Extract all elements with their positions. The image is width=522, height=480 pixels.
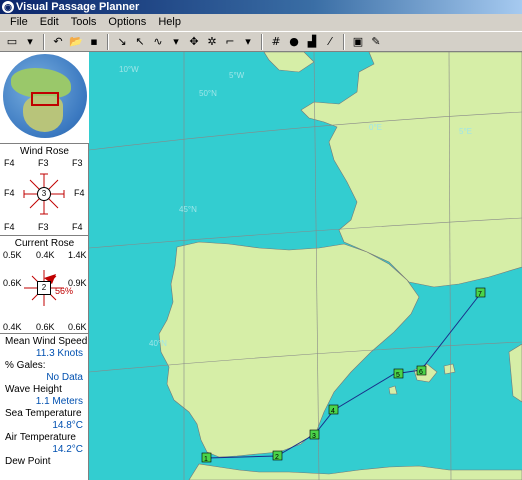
globe-icon[interactable]: ●	[286, 34, 302, 50]
chart-icon[interactable]: ▟	[304, 34, 320, 50]
menu-tools[interactable]: Tools	[65, 16, 103, 28]
menu-file[interactable]: File	[4, 16, 34, 28]
grid-icon[interactable]: #	[268, 34, 284, 50]
open-folder-icon[interactable]: 📂	[68, 34, 84, 50]
mean-wind-speed-value: 11.3 Knots	[35, 348, 83, 359]
current-rose-label: 0.6K	[68, 322, 87, 332]
dropdown-arrow-icon[interactable]: ▾	[168, 34, 184, 50]
measure-icon[interactable]: ⌐	[222, 34, 238, 50]
wind-rose-label: F4	[4, 222, 15, 232]
menu-help[interactable]: Help	[152, 16, 187, 28]
sea-temperature-value: 14.8°C	[52, 420, 83, 431]
save-icon[interactable]: ▪	[86, 34, 102, 50]
grid-label: 45°N	[179, 205, 197, 214]
line-icon[interactable]: ⁄	[322, 34, 338, 50]
current-rose-label: 0.6K	[36, 322, 55, 332]
viewport-box[interactable]	[31, 92, 59, 106]
gales-value: No Data	[46, 372, 83, 383]
wind-rose-label: F4	[72, 222, 83, 232]
current-rose-label: 1.4K	[68, 250, 87, 260]
wind-rose-center: 3	[37, 187, 51, 201]
select-arrow-icon[interactable]: ↖	[132, 34, 148, 50]
waypoint-label: 5	[396, 372, 400, 379]
land-africa	[188, 463, 522, 480]
menu-edit[interactable]: Edit	[34, 16, 65, 28]
grid-label: 40°N	[149, 339, 167, 348]
air-temperature-label: Air Temperature	[5, 432, 76, 443]
toolbar-separator	[261, 33, 263, 50]
settings-icon[interactable]: ✎	[368, 34, 384, 50]
grid-label: 10°W	[119, 65, 139, 74]
toolbar-separator	[43, 33, 45, 50]
waypoint-label: 6	[419, 369, 423, 376]
new-document-icon[interactable]: ▭	[4, 34, 20, 50]
grid-label: 5°E	[459, 127, 472, 136]
waypoint-label: 2	[275, 454, 279, 461]
waypoint-label: 7	[478, 291, 482, 298]
dropdown-arrow-icon[interactable]: ▾	[240, 34, 256, 50]
sidebar: Wind Rose F4 F3 F3 F4 F4 3 F4 F3 F4 Curr…	[0, 52, 89, 480]
wind-rose-panel: Wind Rose F4 F3 F3 F4 F4 3 F4 F3 F4	[0, 146, 89, 236]
move-waypoint-icon[interactable]: ✥	[186, 34, 202, 50]
current-rose-label: 0.4K	[3, 322, 22, 332]
current-rose-title: Current Rose	[14, 238, 75, 249]
air-temperature-value: 14.2°C	[52, 444, 83, 455]
undo-icon[interactable]: ↶	[50, 34, 66, 50]
wind-rose-title: Wind Rose	[20, 146, 69, 157]
wave-height-label: Wave Height	[5, 384, 62, 395]
waypoint-label: 1	[204, 456, 208, 463]
toolbar-separator	[343, 33, 345, 50]
overview-globe-panel[interactable]	[0, 52, 89, 144]
wind-rose-label: F3	[38, 222, 49, 232]
sea-temperature-label: Sea Temperature	[5, 408, 82, 419]
land-menorca	[443, 363, 456, 375]
land-british-isles	[263, 52, 315, 73]
title-bar: ◉ Visual Passage Planner	[0, 0, 522, 14]
current-rose-panel: Current Rose 0.5K 0.4K 1.4K 0.6K 0.9K 2 …	[0, 238, 89, 334]
current-rose-label: 0.5K	[3, 250, 22, 260]
grid-label: 5°W	[229, 71, 245, 80]
land-ibiza	[388, 385, 398, 395]
waypoint-label: 4	[331, 408, 335, 415]
stats-panel: Mean Wind Speed 11.3 Knots % Gales: No D…	[0, 336, 89, 468]
current-rose-label: 0.4K	[36, 250, 55, 260]
land-sardinia	[508, 343, 522, 403]
grid-label: 50°N	[199, 89, 217, 98]
gales-label: % Gales:	[5, 360, 46, 371]
current-rose-percent: 56%	[55, 286, 74, 296]
menu-options[interactable]: Options	[102, 16, 152, 28]
dew-point-label: Dew Point	[5, 456, 51, 467]
chart-map[interactable]: 10°W 5°W 50°N 45°N 5°E 0°E 40°N 1 2 3 4 …	[89, 52, 522, 480]
waypoint-label: 3	[312, 433, 316, 440]
current-rose-center: 2	[37, 281, 51, 295]
toolbar-separator	[107, 33, 109, 50]
print-icon[interactable]: ▣	[350, 34, 366, 50]
grid-label: 0°E	[369, 123, 382, 132]
menu-bar: File Edit Tools Options Help	[0, 14, 522, 30]
dropdown-arrow-icon[interactable]: ▾	[22, 34, 38, 50]
window-title: Visual Passage Planner	[16, 1, 140, 13]
overview-globe[interactable]	[3, 54, 87, 138]
map-canvas[interactable]: 10°W 5°W 50°N 45°N 5°E 0°E 40°N 1 2 3 4 …	[89, 52, 522, 480]
mean-wind-speed-label: Mean Wind Speed	[5, 336, 88, 347]
route-tool-icon[interactable]: ∿	[150, 34, 166, 50]
app-icon: ◉	[2, 1, 14, 13]
weather-icon[interactable]: ✲	[204, 34, 220, 50]
add-waypoint-icon[interactable]: ↘	[114, 34, 130, 50]
toolbar: ▭ ▾ ↶ 📂 ▪ ↘ ↖ ∿ ▾ ✥ ✲ ⌐ ▾ # ● ▟ ⁄ ▣ ✎	[0, 31, 522, 52]
wave-height-value: 1.1 Meters	[35, 396, 83, 407]
